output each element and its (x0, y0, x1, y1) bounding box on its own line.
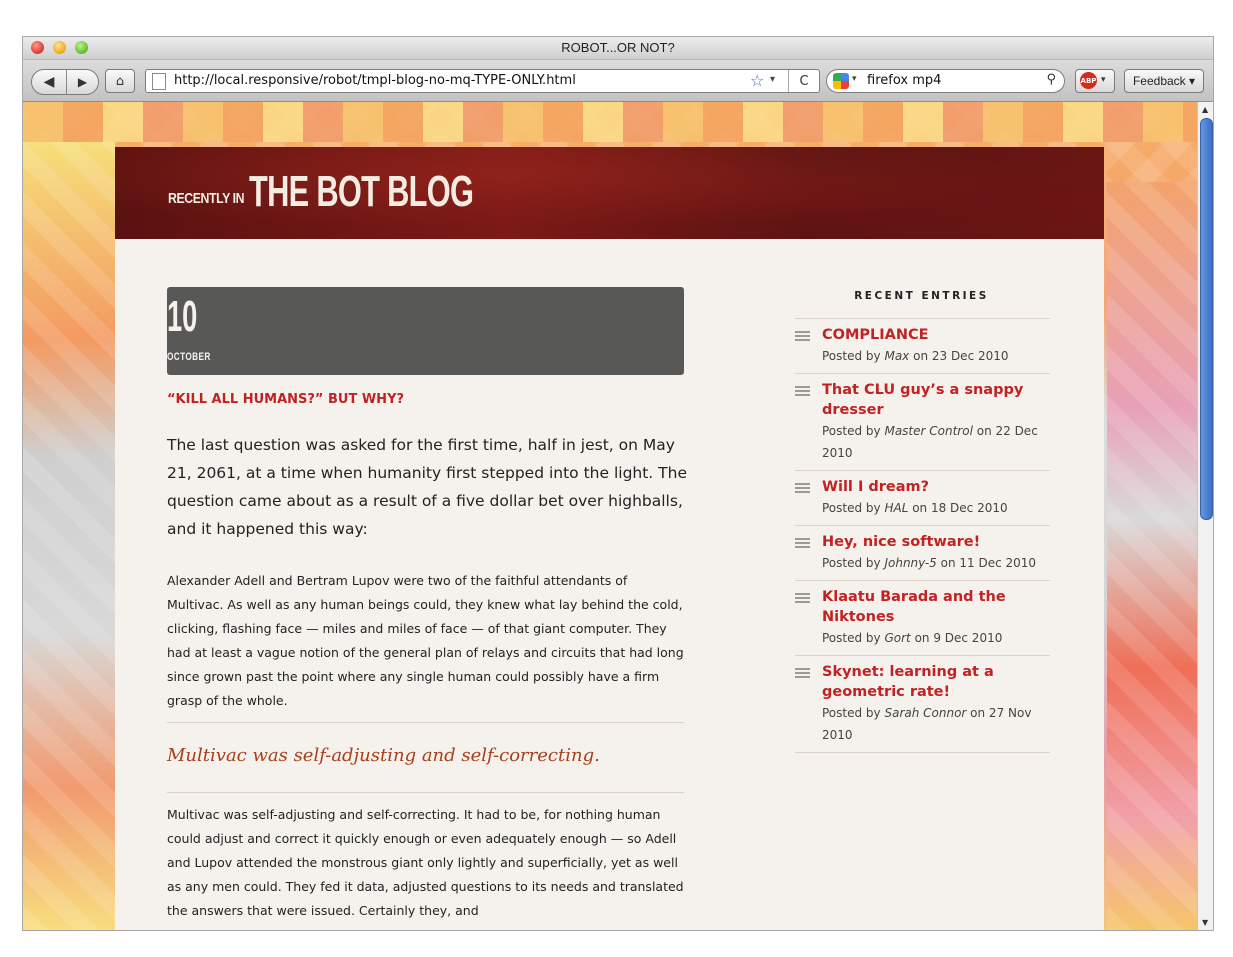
post-date-day: 10 (167, 292, 198, 341)
recent-entry: Klaatu Barada and the Niktones Posted by… (795, 580, 1050, 655)
list-lines-icon (795, 386, 810, 397)
meta-date: on 11 Dec 2010 (936, 556, 1037, 570)
post-date-month: OCTOBER (167, 351, 211, 363)
recent-entry-meta: Posted by Master Control on 22 Dec 2010 (822, 420, 1050, 464)
recent-entry-meta: Posted by Johnny-5 on 11 Dec 2010 (822, 552, 1050, 574)
recent-entry-meta: Posted by Max on 23 Dec 2010 (822, 345, 1050, 367)
recent-entry-link[interactable]: Will I dream? (822, 477, 1050, 497)
recent-entry: COMPLIANCE Posted by Max on 23 Dec 2010 (795, 318, 1050, 373)
title-bar: ROBOT...OR NOT? (23, 37, 1213, 60)
url-text[interactable]: http://local.responsive/robot/tmpl-blog-… (174, 73, 576, 88)
divider-bottom (167, 792, 684, 793)
background-pattern-left (23, 142, 115, 930)
meta-prefix: Posted by (822, 424, 885, 438)
reload-icon: C (799, 73, 809, 89)
meta-prefix: Posted by (822, 501, 885, 515)
list-lines-icon (795, 593, 810, 604)
window-title: ROBOT...OR NOT? (561, 40, 675, 55)
search-input[interactable]: firefox mp4 (867, 73, 941, 88)
page-viewport: RECENTLY IN THE BOT BLOG 10 OCTOBER “KIL… (23, 102, 1197, 930)
meta-author: Sarah Connor (884, 706, 967, 720)
back-button[interactable]: ◀ (32, 70, 67, 94)
recent-entry-link[interactable]: That CLU guy’s a snappy dresser (822, 380, 1050, 420)
recent-entry-link[interactable]: Hey, nice software! (822, 532, 1050, 552)
back-arrow-icon: ◀ (43, 74, 55, 90)
search-engine-icon[interactable] (833, 73, 849, 89)
adblock-dropdown-icon[interactable]: ▾ (1101, 75, 1106, 85)
recent-entries-list: COMPLIANCE Posted by Max on 23 Dec 2010 … (795, 318, 1050, 753)
adblock-button[interactable]: ABP ▾ (1075, 69, 1115, 93)
meta-prefix: Posted by (822, 706, 885, 720)
list-lines-icon (795, 538, 810, 549)
meta-date: on 18 Dec 2010 (908, 501, 1008, 515)
bookmark-star-icon[interactable]: ☆ (750, 71, 764, 90)
home-icon: ⌂ (115, 73, 125, 89)
background-pattern-right (1107, 182, 1197, 930)
recent-entry-meta: Posted by Gort on 9 Dec 2010 (822, 627, 1050, 649)
meta-author: Johnny-5 (884, 556, 937, 570)
url-bar[interactable]: http://local.responsive/robot/tmpl-blog-… (145, 69, 820, 93)
banner-prefix: RECENTLY IN (168, 190, 245, 207)
search-icon[interactable]: ⚲ (1046, 72, 1056, 87)
pull-quote: Multivac was self-adjusting and self-cor… (167, 745, 600, 766)
meta-prefix: Posted by (822, 631, 885, 645)
forward-button[interactable]: ▶ (67, 70, 98, 94)
post-title-link[interactable]: “KILL ALL HUMANS?” BUT WHY? (167, 392, 404, 407)
navigation-toolbar: ◀ ▶ ⌂ http://local.responsive/robot/tmpl… (23, 60, 1213, 102)
blog-banner: RECENTLY IN THE BOT BLOG (115, 147, 1104, 239)
adblock-icon: ABP (1080, 72, 1097, 89)
meta-author: Master Control (884, 424, 973, 438)
banner-title: THE BOT BLOG (249, 167, 474, 216)
post-paragraph-1: Alexander Adell and Bertram Lupov were t… (167, 573, 684, 708)
meta-prefix: Posted by (822, 556, 885, 570)
meta-date: on 9 Dec 2010 (910, 631, 1003, 645)
meta-prefix: Posted by (822, 349, 885, 363)
browser-window: ROBOT...OR NOT? ◀ ▶ ⌂ http://local.respo… (23, 37, 1213, 930)
meta-author: HAL (884, 501, 909, 515)
home-button[interactable]: ⌂ (105, 69, 135, 93)
recent-entry-link[interactable]: COMPLIANCE (822, 325, 1050, 345)
post-paragraph-2: Multivac was self-adjusting and self-cor… (167, 807, 684, 918)
recent-entry: Hey, nice software! Posted by Johnny-5 o… (795, 525, 1050, 580)
back-forward-group: ◀ ▶ (31, 69, 99, 95)
divider-top (167, 722, 684, 723)
recent-entry: Will I dream? Posted by HAL on 18 Dec 20… (795, 470, 1050, 525)
post-date-box: 10 OCTOBER (167, 287, 684, 375)
url-history-dropdown-icon[interactable]: ▾ (770, 74, 775, 85)
list-lines-icon (795, 668, 810, 679)
list-lines-icon (795, 483, 810, 494)
recent-entry-meta: Posted by Sarah Connor on 27 Nov 2010 (822, 702, 1050, 746)
vertical-scrollbar[interactable]: ▲ ▼ (1197, 102, 1213, 930)
scrollbar-thumb[interactable] (1200, 118, 1213, 520)
post-lead-paragraph: The last question was asked for the firs… (167, 436, 687, 538)
meta-author: Gort (884, 631, 911, 645)
feedback-button[interactable]: Feedback ▾ (1124, 69, 1204, 93)
page-icon (152, 73, 166, 90)
forward-arrow-icon: ▶ (77, 75, 88, 89)
recent-entries-heading: RECENT ENTRIES (854, 290, 989, 302)
scroll-down-arrow-icon[interactable]: ▼ (1202, 918, 1208, 927)
scroll-up-arrow-icon[interactable]: ▲ (1202, 105, 1208, 114)
list-lines-icon (795, 331, 810, 342)
meta-date: on 23 Dec 2010 (909, 349, 1009, 363)
recent-entry-link[interactable]: Klaatu Barada and the Niktones (822, 587, 1050, 627)
recent-entry-meta: Posted by HAL on 18 Dec 2010 (822, 497, 1050, 519)
search-bar[interactable]: ▾ firefox mp4 ⚲ (826, 69, 1065, 93)
recent-entry: Skynet: learning at a geometric rate! Po… (795, 655, 1050, 753)
background-pattern-top (23, 102, 1197, 142)
search-engine-dropdown-icon[interactable]: ▾ (852, 74, 857, 84)
recent-entry-link[interactable]: Skynet: learning at a geometric rate! (822, 662, 1050, 702)
blog-page: RECENTLY IN THE BOT BLOG 10 OCTOBER “KIL… (115, 147, 1104, 930)
meta-author: Max (884, 349, 910, 363)
recent-entry: That CLU guy’s a snappy dresser Posted b… (795, 373, 1050, 470)
reload-button[interactable]: C (788, 70, 819, 92)
